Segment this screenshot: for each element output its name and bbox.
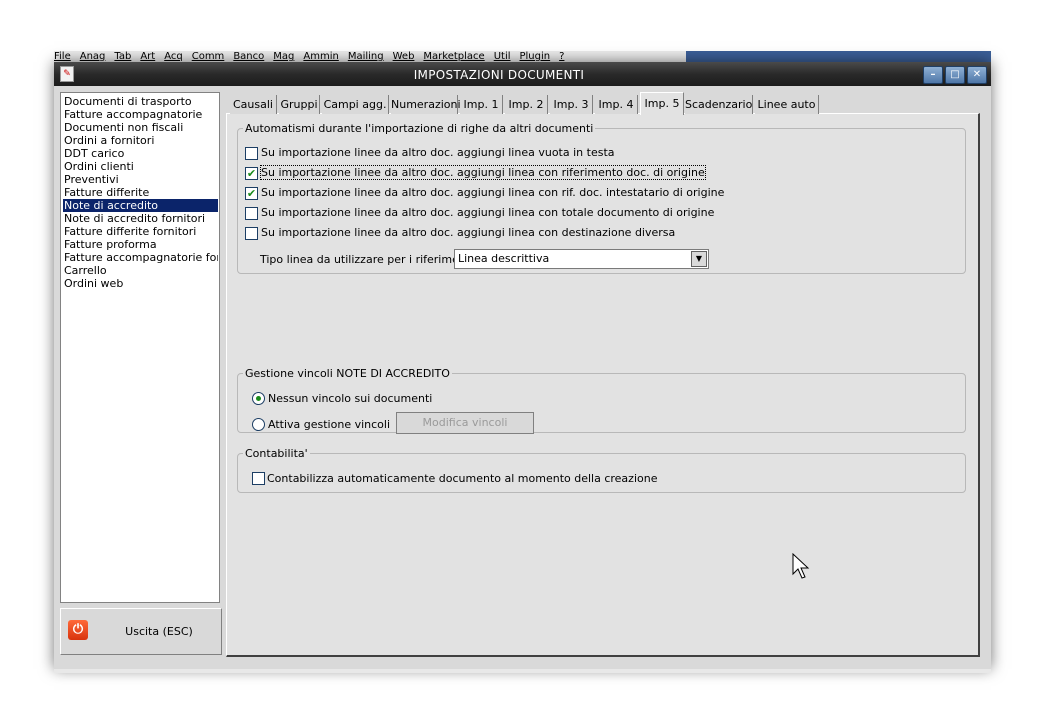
maximize-button[interactable]: □ [945,66,965,84]
contabilita-group: Contabilita' [237,447,966,493]
contabilita-legend: Contabilita' [245,447,308,460]
tab-numerazioni[interactable]: Numerazioni [391,95,461,114]
doc-list-item[interactable]: Carrello [63,264,218,277]
bg-menu-item: Marketplace [423,51,485,62]
import-option-label[interactable]: Su importazione linee da altro doc. aggi… [261,146,615,159]
import-option-checkbox[interactable] [245,227,258,240]
tab-campi-agg[interactable]: Campi agg. [322,95,389,114]
import-option-checkbox[interactable]: ✔ [245,167,258,180]
radio-enable-constraints-label[interactable]: Attiva gestione vincoli [268,418,390,431]
bg-menu-item: Util [493,51,511,62]
doc-list-item[interactable]: Fatture differite fornitori [63,225,218,238]
bg-menu-item: Mag [273,51,295,62]
mouse-cursor-icon [792,553,810,579]
title-bar[interactable]: ✎ IMPOSTAZIONI DOCUMENTI – □ ✕ [54,62,991,86]
doc-list-item[interactable]: Fatture accompagnatorie [63,108,218,121]
doc-list-item[interactable]: Fatture accompagnatorie fornitori [63,251,218,264]
power-icon: ⏻ [68,620,88,640]
bg-menu-item: ? [559,51,565,62]
bg-menu-item: Web [392,51,415,62]
import-option-label[interactable]: Su importazione linee da altro doc. aggi… [261,226,675,239]
chevron-down-icon[interactable]: ▼ [691,251,707,267]
settings-window: ✎ IMPOSTAZIONI DOCUMENTI – □ ✕ Documenti… [54,62,991,669]
radio-no-constraints[interactable] [252,392,265,405]
window-title: IMPOSTAZIONI DOCUMENTI [413,68,585,82]
exit-button[interactable]: ⏻ Uscita (ESC) [60,608,222,655]
vincoli-legend: Gestione vincoli NOTE DI ACCREDITO [245,367,450,380]
doc-list-item[interactable]: DDT carico [63,147,218,160]
doc-list-item[interactable]: Ordini web [63,277,218,290]
bg-menu-item: Tab [114,51,132,62]
bg-menu-item: Plugin [519,51,551,62]
tab-imp-5[interactable]: Imp. 5 [640,92,684,115]
tab-imp-1[interactable]: Imp. 1 [460,95,503,114]
bg-menu-item: Mailing [347,51,384,62]
tipo-linea-select[interactable]: Linea descrittiva ▼ [454,249,709,269]
doc-list-item[interactable]: Documenti non fiscali [63,121,218,134]
doc-list-item[interactable]: Ordini a fornitori [63,134,218,147]
bg-menu-item: Anag [79,51,106,62]
bg-menu-item: Art [140,51,156,62]
bg-menu-item: Ammin [303,51,339,62]
tipo-linea-value: Linea descrittiva [458,252,550,265]
tab-gruppi[interactable]: Gruppi [279,95,320,114]
radio-no-constraints-label[interactable]: Nessun vincolo sui documenti [268,392,432,405]
background-taskbar-strip [54,669,991,673]
tab-imp-2[interactable]: Imp. 2 [505,95,548,114]
import-option-checkbox[interactable] [245,147,258,160]
modify-constraints-button[interactable]: Modifica vincoli [396,412,534,434]
document-type-list[interactable]: Documenti di trasporto Fatture accompagna… [60,92,220,603]
import-option-label[interactable]: Su importazione linee da altro doc. aggi… [260,165,706,180]
doc-list-item[interactable]: Fatture differite [63,186,218,199]
radio-enable-constraints[interactable] [252,418,265,431]
tipo-linea-label: Tipo linea da utilizzare per i riferimen… [260,253,481,266]
doc-list-item[interactable]: Documenti di trasporto [63,95,218,108]
tab-causali[interactable]: Causali [230,95,277,114]
tab-linee-auto[interactable]: Linee auto [755,95,819,114]
bg-menu-item: Comm [191,51,225,62]
tab-imp-4[interactable]: Imp. 4 [595,95,638,114]
import-option-checkbox[interactable]: ✔ [245,187,258,200]
bg-menu-item: Banco [233,51,265,62]
bg-menu-item: File [54,51,71,62]
import-option-checkbox[interactable] [245,207,258,220]
radio-selected-dot [256,396,261,401]
doc-list-item[interactable]: Fatture proforma [63,238,218,251]
doc-list-item[interactable]: Note di accredito [63,199,218,212]
import-option-label[interactable]: Su importazione linee da altro doc. aggi… [261,186,724,199]
tab-imp-3[interactable]: Imp. 3 [550,95,593,114]
import-option-label[interactable]: Su importazione linee da altro doc. aggi… [261,206,714,219]
bg-menu-item: Acq [164,51,183,62]
tab-panel-imp5: Automatismi durante l'importazione di ri… [226,113,980,657]
doc-list-item[interactable]: Ordini clienti [63,160,218,173]
minimize-button[interactable]: – [923,66,943,84]
doc-list-item[interactable]: Note di accredito fornitori [63,212,218,225]
background-menubar: File Anag Tab Art Acq Comm Banco Mag Ammin Mailin… [54,51,686,62]
background-window-area [686,51,991,62]
auto-accounting-label[interactable]: Contabilizza automaticamente documento a… [267,472,657,485]
automatismi-legend: Automatismi durante l'importazione di ri… [245,122,594,135]
tab-scadenzario[interactable]: Scadenzario [685,95,753,114]
auto-accounting-checkbox[interactable] [252,472,265,485]
exit-button-label: Uscita (ESC) [125,625,193,638]
close-button[interactable]: ✕ [967,66,987,84]
doc-list-item[interactable]: Preventivi [63,173,218,186]
